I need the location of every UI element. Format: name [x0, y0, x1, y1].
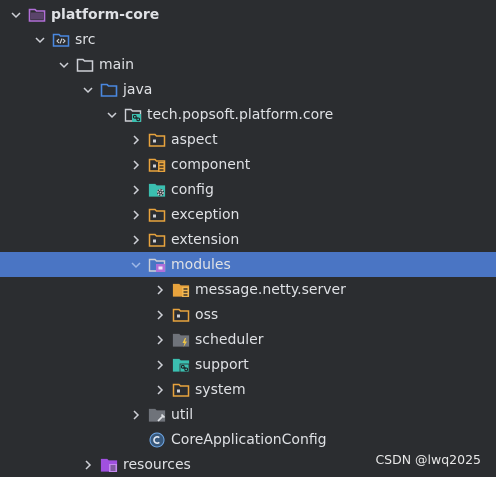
tree-item-label: component — [171, 156, 251, 173]
tree-item-aspect[interactable]: aspect — [0, 127, 496, 152]
chevron-down-icon[interactable] — [8, 7, 24, 23]
chevron-down-icon[interactable] — [32, 32, 48, 48]
tree-item-exception[interactable]: exception — [0, 202, 496, 227]
tree-item-label: oss — [195, 306, 219, 323]
tree-item-label: src — [75, 31, 96, 48]
chevron-right-icon[interactable] — [128, 132, 144, 148]
package-folder-icon — [148, 232, 166, 248]
package-folder-icon — [172, 382, 190, 398]
chevron-right-icon[interactable] — [80, 457, 96, 473]
modules-package-icon — [148, 257, 166, 273]
tree-item-util[interactable]: util — [0, 402, 496, 427]
config-package-icon — [148, 182, 166, 198]
source-folder-icon — [52, 32, 70, 48]
tree-item-component[interactable]: component — [0, 152, 496, 177]
chevron-right-icon[interactable] — [152, 282, 168, 298]
tree-item-label: tech.popsoft.platform.core — [147, 106, 334, 123]
tree-item-label: modules — [171, 256, 231, 273]
project-tree: platform-core src main java tech.popsoft… — [0, 2, 496, 477]
package-module-icon — [124, 107, 142, 123]
tree-item-label: system — [195, 381, 246, 398]
tree-item-label: aspect — [171, 131, 218, 148]
tree-item-modules[interactable]: modules — [0, 252, 496, 277]
tree-item-extension[interactable]: extension — [0, 227, 496, 252]
support-package-icon — [172, 357, 190, 373]
tree-item-package-root[interactable]: tech.popsoft.platform.core — [0, 102, 496, 127]
tree-item-config[interactable]: config — [0, 177, 496, 202]
message-package-icon — [172, 282, 190, 298]
chevron-right-icon[interactable] — [128, 407, 144, 423]
tree-item-label: exception — [171, 206, 240, 223]
tree-item-main[interactable]: main — [0, 52, 496, 77]
component-package-icon — [148, 157, 166, 173]
watermark: CSDN @lwq2025 — [375, 452, 481, 467]
chevron-right-icon[interactable] — [152, 382, 168, 398]
folder-icon — [76, 57, 94, 73]
util-package-icon — [148, 407, 166, 423]
tree-item-platform-core[interactable]: platform-core — [0, 2, 496, 27]
chevron-right-icon[interactable] — [128, 232, 144, 248]
chevron-down-icon[interactable] — [128, 257, 144, 273]
chevron-right-icon[interactable] — [128, 207, 144, 223]
tree-item-label: extension — [171, 231, 240, 248]
tree-item-system[interactable]: system — [0, 377, 496, 402]
tree-item-label: config — [171, 181, 214, 198]
chevron-down-icon[interactable] — [56, 57, 72, 73]
tree-item-label: java — [123, 81, 153, 98]
chevron-down-icon[interactable] — [80, 82, 96, 98]
tree-item-label: CoreApplicationConfig — [171, 431, 327, 448]
package-folder-icon — [148, 132, 166, 148]
chevron-right-icon[interactable] — [128, 182, 144, 198]
chevron-right-icon[interactable] — [152, 357, 168, 373]
tree-item-oss[interactable]: oss — [0, 302, 496, 327]
source-root-folder-icon — [100, 82, 118, 98]
tree-item-core-application-config[interactable]: CoreApplicationConfig — [0, 427, 496, 452]
chevron-right-icon[interactable] — [152, 332, 168, 348]
tree-item-label: support — [195, 356, 249, 373]
chevron-down-icon[interactable] — [104, 107, 120, 123]
tree-item-src[interactable]: src — [0, 27, 496, 52]
package-folder-icon — [172, 307, 190, 323]
class-icon — [148, 432, 166, 448]
tree-item-label: scheduler — [195, 331, 264, 348]
tree-item-label: resources — [123, 456, 191, 473]
tree-item-label: message.netty.server — [195, 281, 346, 298]
chevron-right-icon[interactable] — [128, 157, 144, 173]
resources-folder-icon — [100, 457, 118, 473]
tree-item-java[interactable]: java — [0, 77, 496, 102]
tree-item-label: platform-core — [51, 6, 160, 23]
tree-item-message-netty-server[interactable]: message.netty.server — [0, 277, 496, 302]
package-folder-icon — [148, 207, 166, 223]
tree-item-label: main — [99, 56, 134, 73]
tree-item-support[interactable]: support — [0, 352, 496, 377]
scheduler-package-icon — [172, 332, 190, 348]
chevron-right-icon[interactable] — [152, 307, 168, 323]
module-folder-icon — [28, 7, 46, 23]
tree-item-label: util — [171, 406, 194, 423]
tree-item-scheduler[interactable]: scheduler — [0, 327, 496, 352]
